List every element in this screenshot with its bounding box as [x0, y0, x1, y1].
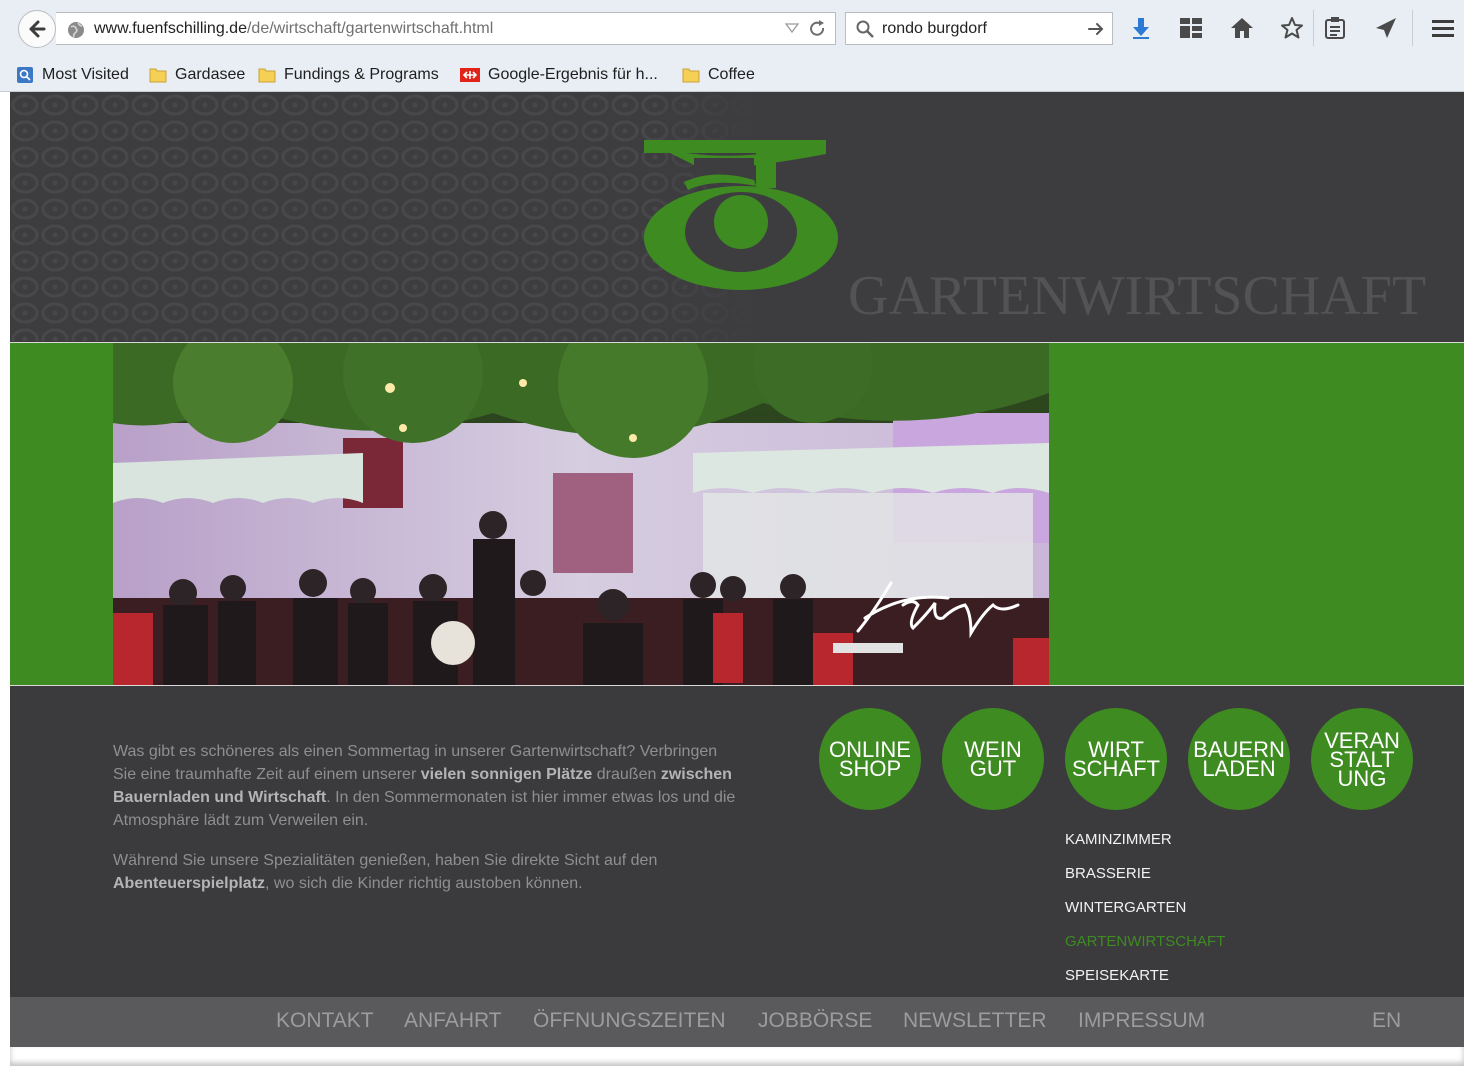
bookmark-label: Google-Ergebnis für h... [488, 66, 658, 83]
language-switch-en[interactable]: EN [1372, 1009, 1401, 1033]
bookmark-label: Fundings & Programs [284, 66, 439, 83]
url-host: www.fuenfschilling.de [94, 20, 247, 37]
folder-icon [682, 68, 700, 83]
wirtschaft-submenu: KAMINZIMMER BRASSERIE WINTERGARTEN GARTE… [1065, 823, 1225, 993]
submenu-item-brasserie[interactable]: BRASSERIE [1065, 857, 1225, 891]
search-input[interactable]: rondo burgdorf [882, 20, 987, 38]
globe-icon [68, 22, 84, 38]
browser-toolbar: www.fuenfschilling.de/de/wirtschaft/gart… [0, 0, 1464, 59]
nav-circle-bauernladen[interactable]: BAUERN LADEN [1188, 708, 1290, 810]
back-arrow-icon [29, 20, 46, 38]
intro-paragraph-1: Was gibt es schöneres als einen Sommerta… [113, 743, 736, 829]
bookmark-label: Gardasee [175, 66, 246, 83]
footer-link-impressum[interactable]: IMPRESSUM [1078, 1009, 1205, 1033]
submenu-item-gartenwirtschaft[interactable]: GARTENWIRTSCHAFT [1065, 925, 1225, 959]
footer-link-oeffnungszeiten[interactable]: ÖFFNUNGSZEITEN [533, 1009, 726, 1033]
folder-icon [258, 68, 276, 83]
url-path: /de/wirtschaft/gartenwirtschaft.html [246, 20, 494, 37]
reload-icon[interactable] [808, 19, 828, 39]
bookmark-google-result[interactable]: Google-Ergebnis für h... [460, 64, 658, 86]
sbb-icon [460, 68, 480, 82]
tiles-icon[interactable] [1178, 15, 1204, 41]
page-bottom [10, 1047, 1464, 1066]
page-heading: GARTENWIRTSCHAFT [848, 265, 1427, 327]
toolbar-separator [1313, 10, 1314, 46]
footer-link-anfahrt[interactable]: ANFAHRT [404, 1009, 502, 1033]
search-bar[interactable]: rondo burgdorf [845, 12, 1113, 45]
content-section: Was gibt es schöneres als einen Sommerta… [10, 686, 1464, 996]
reading-list-icon[interactable] [1322, 15, 1348, 41]
logo-icon [644, 140, 838, 290]
page-left-edge [0, 92, 10, 1066]
toolbar-separator [1412, 10, 1413, 46]
submenu-item-kaminzimmer[interactable]: KAMINZIMMER [1065, 823, 1225, 857]
site-footer: KONTAKT ANFAHRT ÖFFNUNGSZEITEN JOBBÖRSE … [10, 997, 1464, 1047]
send-icon[interactable] [1373, 15, 1399, 41]
bookmark-gardasee[interactable]: Gardasee [149, 64, 245, 86]
folder-icon [149, 68, 167, 83]
search-go-arrow-icon[interactable] [1086, 19, 1106, 39]
bookmark-label: Coffee [708, 66, 755, 83]
nav-circle-online-shop[interactable]: ONLINE SHOP [819, 708, 921, 810]
hero-banner [10, 342, 1464, 686]
menu-icon[interactable] [1430, 15, 1456, 41]
nav-circle-wirtschaft[interactable]: WIRT SCHAFT [1065, 708, 1167, 810]
intro-text: Was gibt es schöneres als einen Sommerta… [113, 740, 743, 912]
garden-restaurant-photo [113, 343, 1049, 685]
bookmark-coffee[interactable]: Coffee [682, 64, 755, 86]
url-bar[interactable]: www.fuenfschilling.de/de/wirtschaft/gart… [56, 12, 836, 45]
footer-link-newsletter[interactable]: NEWSLETTER [903, 1009, 1047, 1033]
url-text[interactable]: www.fuenfschilling.de/de/wirtschaft/gart… [94, 20, 493, 38]
intro-paragraph-2: Während Sie unsere Spezialitäten genieße… [113, 852, 658, 892]
most-visited-icon [17, 67, 33, 83]
search-icon [856, 20, 874, 38]
bookmark-label: Most Visited [42, 66, 129, 83]
bookmarks-bar: Most Visited Gardasee Fundings & Program… [0, 58, 1464, 92]
bookmark-fundings[interactable]: Fundings & Programs [258, 64, 439, 86]
history-dropdown-icon[interactable] [785, 22, 799, 34]
website: GARTENWIRTSCHAFT Was gibt es schöneres a… [10, 92, 1464, 1066]
submenu-item-speisekarte[interactable]: SPEISEKARTE [1065, 959, 1225, 993]
home-icon[interactable] [1229, 15, 1255, 41]
bookmark-most-visited[interactable]: Most Visited [16, 64, 129, 86]
download-icon[interactable] [1128, 15, 1154, 41]
back-button[interactable] [18, 10, 56, 48]
nav-circle-veranstaltung[interactable]: VERAN STALT UNG [1311, 708, 1413, 810]
footer-link-kontakt[interactable]: KONTAKT [276, 1009, 374, 1033]
submenu-item-wintergarten[interactable]: WINTERGARTEN [1065, 891, 1225, 925]
nav-circle-weingut[interactable]: WEIN GUT [942, 708, 1044, 810]
site-header: GARTENWIRTSCHAFT [10, 92, 1464, 341]
footer-link-jobboerse[interactable]: JOBBÖRSE [758, 1009, 872, 1033]
bookmark-star-icon[interactable] [1279, 15, 1305, 41]
